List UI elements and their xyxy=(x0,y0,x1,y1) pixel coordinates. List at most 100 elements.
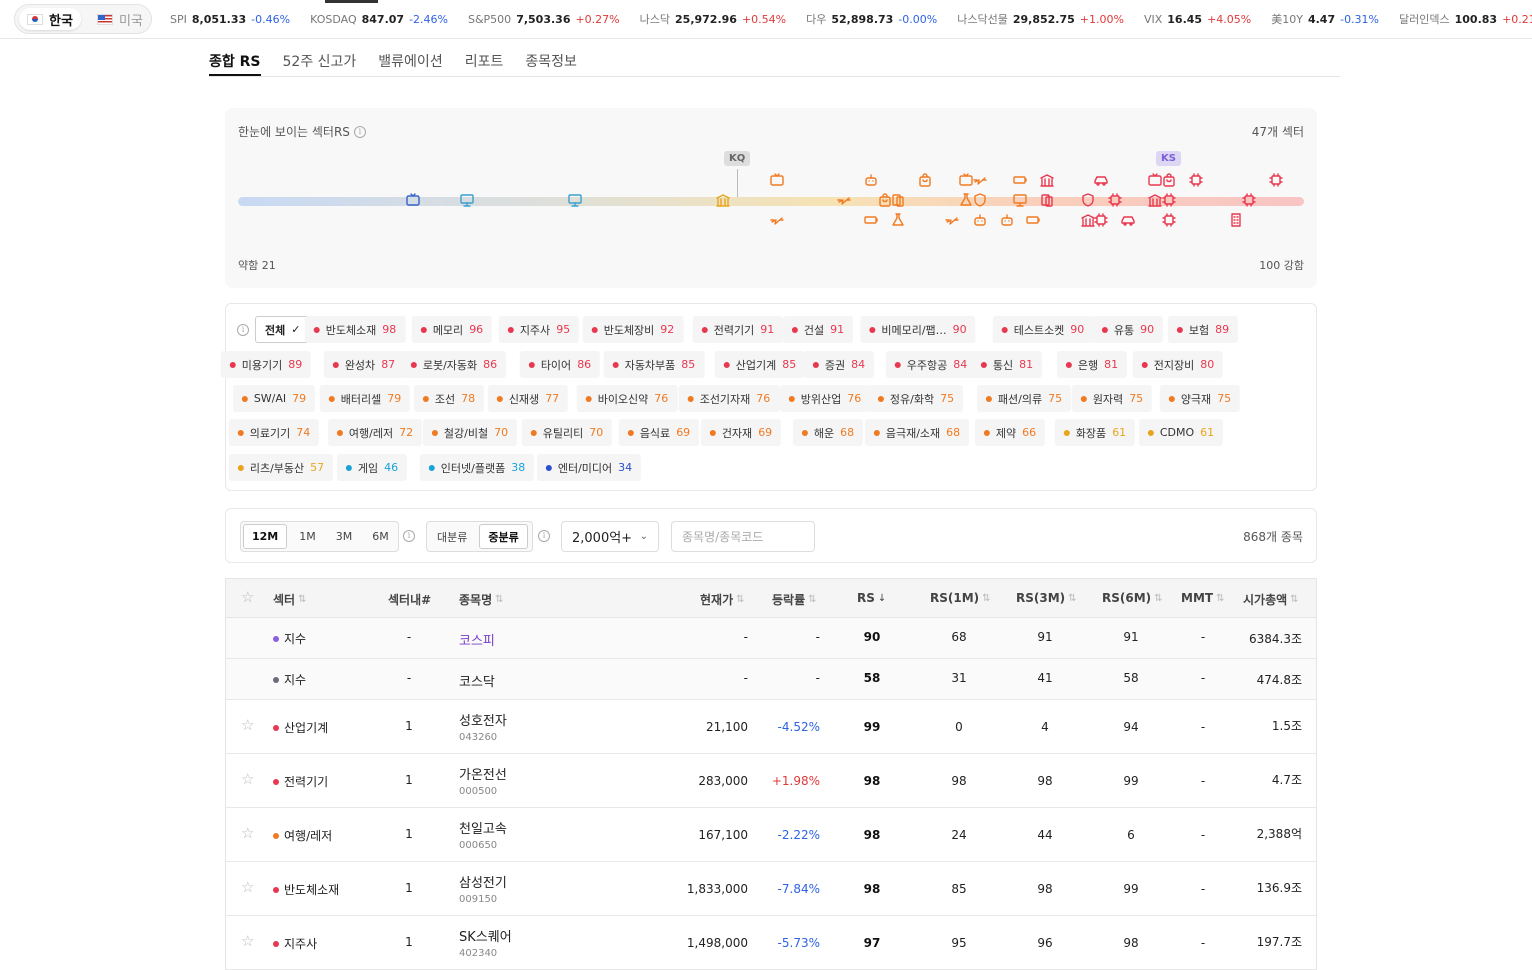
sector-chip[interactable]: 건자재 69 xyxy=(700,419,782,446)
ticker-item[interactable]: 美10Y 4.47 -0.31% xyxy=(1271,11,1379,27)
sector-chip-icon[interactable] xyxy=(1107,192,1123,208)
header-rs6m[interactable]: RS(6M) ⇅ xyxy=(1102,591,1163,605)
sector-chip[interactable]: 조선 78 xyxy=(413,385,485,412)
sector-chip[interactable]: 화장품 61 xyxy=(1054,419,1136,446)
stock-name-cell[interactable]: 천일고속 000650 xyxy=(459,818,507,851)
sector-robot-icon[interactable] xyxy=(863,172,879,188)
sector-chip-all[interactable]: 전체 ✓ xyxy=(255,316,311,343)
sector-battery-icon[interactable] xyxy=(863,212,879,228)
ticker-item[interactable]: KOSDAQ 847.07 -2.46% xyxy=(310,13,448,26)
sector-chip[interactable]: 여행/레저 72 xyxy=(327,419,423,446)
sector-chip[interactable]: 유통 90 xyxy=(1092,316,1164,343)
sector-battery-icon[interactable] xyxy=(1025,212,1041,228)
sector-monitor-icon[interactable] xyxy=(1012,192,1028,208)
sector-chip-icon[interactable] xyxy=(1241,192,1257,208)
sector-battery-icon[interactable] xyxy=(1012,172,1028,188)
favorite-star-icon[interactable]: ☆ xyxy=(241,878,254,896)
country-toggle[interactable]: 한국 미국 xyxy=(14,4,152,34)
tab-3[interactable]: 밸류에이션 xyxy=(378,40,442,75)
period-12m-button[interactable]: 12M xyxy=(243,524,288,549)
header-rank[interactable]: 섹터내# xyxy=(388,591,431,608)
sector-chip[interactable]: 보험 89 xyxy=(1167,316,1239,343)
period-info-icon[interactable]: i xyxy=(403,530,415,542)
header-rs3m[interactable]: RS(3M) ⇅ xyxy=(1016,591,1077,605)
header-rs[interactable]: RS ↓ xyxy=(857,591,886,605)
sector-bolt-icon[interactable] xyxy=(972,172,988,188)
favorite-star-icon[interactable]: ☆ xyxy=(241,770,254,788)
sector-chip[interactable]: 게임 46 xyxy=(336,454,408,481)
tab-1[interactable]: 종합 RS xyxy=(209,40,261,76)
sector-chip[interactable]: 메모리 96 xyxy=(411,316,493,343)
period-6m-button[interactable]: 6M xyxy=(362,522,399,551)
table-row[interactable]: ☆ 전력기기 1 가온전선 000500 283,000 +1.98% 98 98 98 99 - 4.… xyxy=(226,754,1316,808)
sector-robot-icon[interactable] xyxy=(972,212,988,228)
header-market-cap[interactable]: 시가총액 ⇅ xyxy=(1243,591,1299,608)
sector-chip[interactable]: 양극재 75 xyxy=(1159,385,1241,412)
sector-chip[interactable]: 조선기자재 76 xyxy=(678,385,780,412)
ticker-item[interactable]: 나스닥 25,972.96 +0.54% xyxy=(640,11,786,27)
period-1m-button[interactable]: 1M xyxy=(289,522,326,551)
sector-chip[interactable]: 반도체소재 98 xyxy=(304,316,406,343)
market-cap-dropdown[interactable]: 2,000억+ ⌄ xyxy=(561,521,659,552)
tab-2[interactable]: 52주 신고가 xyxy=(283,40,357,75)
sector-chip[interactable]: 인터넷/플랫폼 38 xyxy=(419,454,535,481)
sector-chip[interactable]: SW/AI 79 xyxy=(232,385,316,412)
header-change[interactable]: 등락률 ⇅ xyxy=(772,591,817,608)
sector-chip[interactable]: 배터리셀 79 xyxy=(319,385,411,412)
ticker-item[interactable]: SPI 8,051.33 -0.46% xyxy=(170,13,290,26)
sector-tv-icon[interactable] xyxy=(405,192,421,208)
sector-car-icon[interactable] xyxy=(1120,212,1136,228)
sector-chip[interactable]: 원자력 75 xyxy=(1071,385,1153,412)
sector-bank-icon[interactable] xyxy=(1039,172,1055,188)
sector-docs-icon[interactable] xyxy=(890,192,906,208)
sector-shield-icon[interactable] xyxy=(1080,192,1096,208)
sector-chip-icon[interactable] xyxy=(1093,212,1109,228)
sector-building-icon[interactable] xyxy=(1228,212,1244,228)
header-rs1m[interactable]: RS(1M) ⇅ xyxy=(930,591,991,605)
index-row[interactable]: 지수 - 코스닥 - - 58 31 41 58 - 474.8조 xyxy=(226,659,1316,700)
sector-chip[interactable]: 비메모리/팹… 90 xyxy=(860,316,976,343)
sector-monitor-icon[interactable] xyxy=(567,192,583,208)
sector-flask-icon[interactable] xyxy=(890,212,906,228)
sector-chip[interactable]: 통신 81 xyxy=(971,351,1043,378)
sector-chip[interactable]: 타이어 86 xyxy=(519,351,601,378)
sector-chip-icon[interactable] xyxy=(1161,212,1177,228)
stock-name-cell[interactable]: 성호전자 043260 xyxy=(459,710,507,743)
sector-chip[interactable]: 반도체장비 92 xyxy=(582,316,684,343)
filter-info-icon[interactable]: i xyxy=(237,324,249,336)
sector-bag-icon[interactable] xyxy=(917,172,933,188)
stock-name-cell[interactable]: 가온전선 000500 xyxy=(459,764,507,797)
sector-chip[interactable]: 테스트소켓 90 xyxy=(992,316,1094,343)
sector-docs-icon[interactable] xyxy=(1039,192,1055,208)
ticker-item[interactable]: VIX 16.45 +4.05% xyxy=(1144,13,1251,26)
tab-5[interactable]: 종목정보 xyxy=(525,40,577,75)
sector-chip[interactable]: 리츠/부동산 57 xyxy=(228,454,334,481)
sector-chip[interactable]: 전력기기 91 xyxy=(692,316,784,343)
sector-bolt-icon[interactable] xyxy=(944,212,960,228)
header-mmt[interactable]: MMT ⇅ xyxy=(1181,591,1224,605)
sector-chip[interactable]: 철강/비철 70 xyxy=(422,419,518,446)
sector-bag-icon[interactable] xyxy=(1161,172,1177,188)
info-icon[interactable]: i xyxy=(353,125,366,138)
sector-chip[interactable]: 건설 91 xyxy=(782,316,854,343)
favorite-header-star-icon[interactable]: ☆ xyxy=(241,588,254,606)
classification-info-icon[interactable]: i xyxy=(538,530,550,542)
classification-option-1[interactable]: 대분류 xyxy=(427,522,477,551)
country-korea-button[interactable]: 한국 xyxy=(19,8,81,30)
sector-chip[interactable]: 전지장비 80 xyxy=(1132,351,1224,378)
sector-chip[interactable]: 바이오신약 76 xyxy=(576,385,678,412)
sector-chip[interactable]: 미용기기 89 xyxy=(220,351,312,378)
stock-name-cell[interactable]: 삼성전기 009150 xyxy=(459,872,507,905)
sector-chip[interactable]: 의료기기 74 xyxy=(228,419,320,446)
header-sector[interactable]: 섹터 ⇅ xyxy=(273,591,306,608)
sector-tv-icon[interactable] xyxy=(769,172,785,188)
ticker-item[interactable]: S&P500 7,503.36 +0.27% xyxy=(468,13,620,26)
header-price[interactable]: 현재가 ⇅ xyxy=(700,591,745,608)
sector-shield-icon[interactable] xyxy=(972,192,988,208)
sector-chip[interactable]: 우주항공 84 xyxy=(885,351,977,378)
favorite-star-icon[interactable]: ☆ xyxy=(241,824,254,842)
stock-name-link[interactable]: 코스닥 xyxy=(459,671,495,690)
sector-chip[interactable]: 해운 68 xyxy=(792,419,864,446)
stock-search-input[interactable] xyxy=(671,521,815,552)
sector-chip[interactable]: 음극재/소재 68 xyxy=(864,419,970,446)
